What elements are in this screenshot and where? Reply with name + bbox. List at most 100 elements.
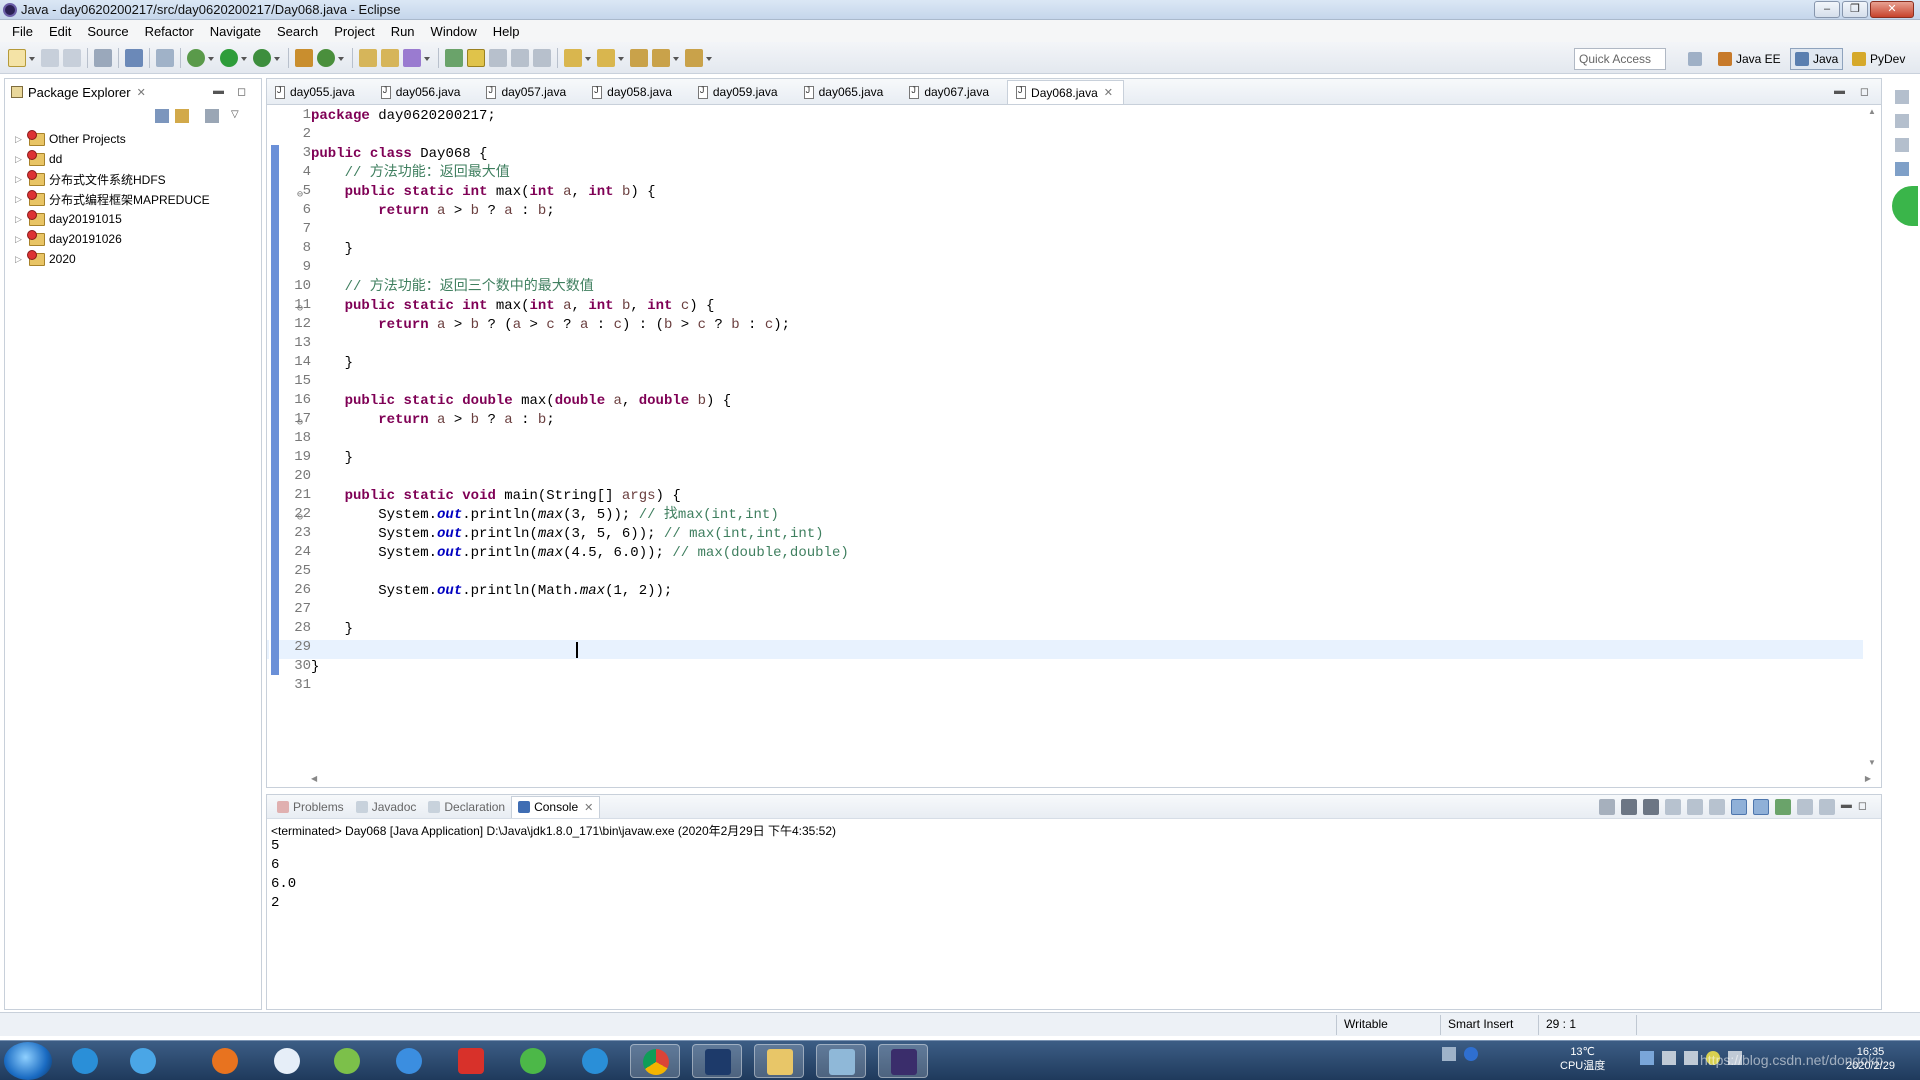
block-selection-icon[interactable] xyxy=(489,48,507,67)
taskbar-ie[interactable] xyxy=(60,1044,110,1078)
coverage-dropdown-icon[interactable] xyxy=(273,49,280,67)
show-stdout-icon[interactable] xyxy=(1730,799,1747,815)
taskbar-chrome[interactable] xyxy=(630,1044,680,1078)
new-java-project-icon[interactable] xyxy=(295,48,313,67)
save-icon[interactable] xyxy=(41,48,59,67)
open-console-icon[interactable] xyxy=(1818,799,1835,815)
fold-icon[interactable]: ⊖ xyxy=(297,512,303,524)
collapse-all-icon[interactable] xyxy=(155,109,169,123)
tree-item[interactable]: ▷ day20191015 xyxy=(5,209,261,229)
taskbar-explorer[interactable] xyxy=(754,1044,804,1078)
tab-problems[interactable]: Problems xyxy=(271,796,350,818)
view-menu-icon[interactable]: ▽ xyxy=(231,109,239,123)
editor-tab-active[interactable]: Day068.java ✕ xyxy=(1007,80,1124,104)
menu-refactor[interactable]: Refactor xyxy=(137,24,202,39)
prev-annotation-dropdown-icon[interactable] xyxy=(617,49,624,67)
taskbar-eclipse[interactable] xyxy=(878,1044,928,1078)
new-class-icon[interactable] xyxy=(317,48,335,67)
open-type-icon[interactable] xyxy=(359,48,377,67)
taskbar-youdao[interactable] xyxy=(446,1044,496,1078)
maximize-button[interactable]: ❐ xyxy=(1842,1,1868,18)
network-icon[interactable] xyxy=(1640,1051,1654,1065)
editor-tab[interactable]: day059.java xyxy=(690,80,788,104)
debug-dropdown-icon[interactable] xyxy=(207,49,214,67)
display-console-icon[interactable] xyxy=(1796,799,1813,815)
fold-icon[interactable]: ⊖ xyxy=(297,303,303,315)
menu-file[interactable]: File xyxy=(4,24,41,39)
clear-console-icon[interactable] xyxy=(1664,799,1681,815)
maximize-console-icon[interactable]: ◻ xyxy=(1858,799,1867,815)
toggle-breadcrumb-icon[interactable] xyxy=(445,48,463,67)
show-whitespace-icon[interactable] xyxy=(511,48,529,67)
editor-horizontal-scrollbar[interactable]: ◀ ▶ xyxy=(311,773,1871,787)
restore-icon[interactable] xyxy=(1895,138,1909,152)
next-annotation-dropdown-icon[interactable] xyxy=(584,49,591,67)
tab-console[interactable]: Console ✕ xyxy=(511,795,601,818)
coverage-icon[interactable] xyxy=(253,48,271,67)
taskbar-app2[interactable] xyxy=(692,1044,742,1078)
save-all-icon[interactable] xyxy=(63,48,81,67)
tree-item[interactable]: ▷ dd xyxy=(5,149,261,169)
taskbar-firefox[interactable] xyxy=(200,1044,250,1078)
code-area[interactable]: 1 2 3 4 5 6 7 8 9 10 11 12 13 14 15 16 17 18 19 20 21 22 23 24 2… xyxy=(267,107,1867,767)
tab-javadoc[interactable]: Javadoc xyxy=(350,796,423,818)
taskbar-browser[interactable] xyxy=(322,1044,372,1078)
show-stderr-icon[interactable] xyxy=(1752,799,1769,815)
expand-icon[interactable]: ▷ xyxy=(15,254,25,265)
forward-dropdown-icon[interactable] xyxy=(705,49,712,67)
expand-icon[interactable]: ▷ xyxy=(15,214,25,225)
taskbar-update[interactable] xyxy=(508,1044,558,1078)
display-icon[interactable] xyxy=(1662,1051,1676,1065)
expand-icon[interactable]: ▷ xyxy=(15,194,25,205)
skip-breakpoints-icon[interactable] xyxy=(156,48,174,67)
new-class-dropdown-icon[interactable] xyxy=(337,49,344,67)
maximize-view-icon[interactable]: ◻ xyxy=(237,85,246,98)
editor-tab[interactable]: day057.java xyxy=(478,80,576,104)
search-icon[interactable] xyxy=(403,48,421,67)
expand-icon[interactable]: ▷ xyxy=(15,134,25,145)
package-explorer-title[interactable]: Package Explorer xyxy=(28,85,131,100)
start-button[interactable] xyxy=(4,1042,52,1080)
editor-tab[interactable]: day067.java xyxy=(901,80,999,104)
expand-icon[interactable]: ▷ xyxy=(15,154,25,165)
menu-window[interactable]: Window xyxy=(423,24,485,39)
search-dropdown-icon[interactable] xyxy=(423,49,430,67)
open-perspective-button[interactable] xyxy=(1684,48,1710,70)
minimize-console-icon[interactable]: ▬ xyxy=(1841,799,1852,815)
editor-tab[interactable]: day058.java xyxy=(584,80,682,104)
pin-console-icon[interactable] xyxy=(1774,799,1791,815)
scroll-lock-icon[interactable] xyxy=(1686,799,1703,815)
terminal-icon[interactable] xyxy=(125,48,143,67)
editor-tab[interactable]: day056.java xyxy=(373,80,471,104)
maximize-editor-icon[interactable]: ◻ xyxy=(1860,85,1869,98)
new-icon[interactable] xyxy=(8,48,26,67)
back-dropdown-icon[interactable] xyxy=(672,49,679,67)
minimize-button[interactable]: – xyxy=(1814,1,1840,18)
paragraph-icon[interactable] xyxy=(533,48,551,67)
taskbar-cloud[interactable] xyxy=(384,1044,434,1078)
menu-project[interactable]: Project xyxy=(326,24,382,39)
menu-run[interactable]: Run xyxy=(383,24,423,39)
menu-source[interactable]: Source xyxy=(79,24,136,39)
perspective-java[interactable]: Java xyxy=(1790,48,1844,70)
tree-item[interactable]: ▷ Other Projects xyxy=(5,129,261,149)
terminate-icon[interactable] xyxy=(1598,799,1615,815)
menu-navigate[interactable]: Navigate xyxy=(202,24,269,39)
word-wrap-icon[interactable] xyxy=(1708,799,1725,815)
editor-vertical-scrollbar[interactable]: ▲ ▼ xyxy=(1865,107,1879,767)
tree-item[interactable]: ▷ 分布式文件系统HDFS xyxy=(5,169,261,189)
minimize-view-icon[interactable]: ▬ xyxy=(213,85,224,97)
menu-edit[interactable]: Edit xyxy=(41,24,79,39)
taskbar-app[interactable] xyxy=(118,1044,168,1078)
open-task-icon[interactable] xyxy=(381,48,399,67)
tree-item[interactable]: ▷ 分布式编程框架MAPREDUCE xyxy=(5,189,261,209)
new-dropdown-icon[interactable] xyxy=(28,49,35,67)
perspective-pydev[interactable]: PyDev xyxy=(1848,48,1909,70)
quick-access-input[interactable]: Quick Access xyxy=(1574,48,1666,70)
minimize-editor-icon[interactable]: ▬ xyxy=(1834,85,1845,97)
keyboard-icon[interactable] xyxy=(1442,1047,1456,1061)
taskbar-ie2[interactable] xyxy=(570,1044,620,1078)
task-list-icon[interactable] xyxy=(1895,90,1909,104)
editor-tab[interactable]: day055.java xyxy=(267,80,365,104)
run-dropdown-icon[interactable] xyxy=(240,49,247,67)
